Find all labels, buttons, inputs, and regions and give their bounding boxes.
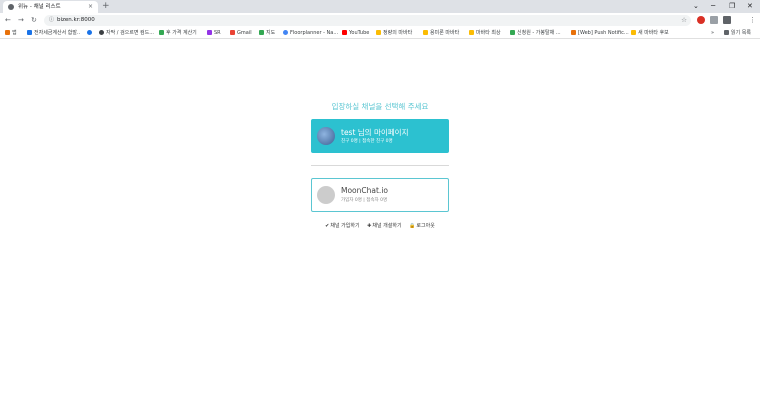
bookmark-item[interactable] bbox=[87, 28, 94, 39]
tab-bar: 위뉴 - 채널 리스트 × + ⌄ ─ ❐ ✕ bbox=[0, 0, 760, 13]
bookmark-folder[interactable]: 용미론 마바타 bbox=[423, 28, 459, 39]
info-icon[interactable]: ⓘ bbox=[49, 15, 54, 26]
bookmark-favicon bbox=[99, 29, 104, 35]
avatar bbox=[317, 186, 335, 204]
more-bookmarks-button[interactable]: » bbox=[711, 28, 714, 39]
browser-toolbar: ← → ↻ ⓘ bizen.kr:8000 ☆ ⋮ bbox=[0, 13, 760, 28]
bookmark-folder[interactable]: 정량의 마바타 bbox=[376, 28, 412, 39]
bookmark-item[interactable]: 전자세금계산서 합발.. bbox=[27, 28, 80, 39]
apps-icon bbox=[5, 29, 10, 35]
folder-icon bbox=[469, 29, 474, 35]
extension-icon[interactable] bbox=[697, 16, 705, 24]
bookmark-apps[interactable]: 앱 bbox=[5, 28, 17, 39]
bookmark-item[interactable]: 후 가격 계산기 bbox=[159, 28, 197, 39]
bookmark-favicon bbox=[87, 29, 92, 35]
join-channel-link[interactable]: ✔채널 가입하기 bbox=[325, 223, 359, 229]
avatar bbox=[317, 127, 335, 145]
gmail-icon bbox=[230, 29, 235, 35]
bookmarks-bar: 앱 전자세금계산서 합발.. 자막 / 검으르면 컴드... 후 가격 계산기 … bbox=[0, 28, 760, 39]
channel-meta: 가입자 0명 | 접속자 0명 bbox=[341, 198, 388, 203]
restore-button[interactable]: ❐ bbox=[729, 0, 735, 12]
close-window-button[interactable]: ✕ bbox=[747, 0, 753, 12]
reload-icon[interactable]: ↻ bbox=[31, 13, 37, 28]
tab-search-icon[interactable]: ⌄ bbox=[693, 0, 699, 12]
bookmark-item[interactable]: 신청원 - 가봉탈채 ... bbox=[510, 28, 561, 39]
plus-icon: ✚ bbox=[367, 223, 372, 229]
bookmark-star-icon[interactable]: ☆ bbox=[681, 15, 687, 26]
reading-list-icon bbox=[724, 29, 729, 35]
new-tab-button[interactable]: + bbox=[102, 0, 110, 13]
bookmark-favicon bbox=[510, 29, 515, 35]
maps-icon bbox=[259, 29, 264, 35]
forward-icon[interactable]: → bbox=[18, 13, 24, 28]
folder-icon bbox=[376, 29, 381, 35]
logout-link[interactable]: 🔒로그아웃 bbox=[409, 223, 435, 229]
reading-icon[interactable] bbox=[710, 16, 718, 24]
divider bbox=[311, 165, 449, 166]
bookmark-gmail[interactable]: Gmail bbox=[230, 28, 252, 39]
bookmark-favicon bbox=[207, 29, 212, 35]
page-content: 입장하실 채널을 선택해 주세요 test 님의 마이페이지 친구 0명 | 접… bbox=[0, 40, 760, 412]
channel-meta: 친구 0명 | 접속한 친구 0명 bbox=[341, 139, 393, 144]
channel-card-mypage[interactable]: test 님의 마이페이지 친구 0명 | 접속한 친구 0명 bbox=[311, 119, 449, 153]
page-title: 입장하실 채널을 선택해 주세요 bbox=[331, 102, 429, 111]
check-icon: ✔ bbox=[325, 223, 330, 229]
folder-icon bbox=[631, 29, 636, 35]
bookmark-item[interactable]: SR bbox=[207, 28, 221, 39]
create-channel-link[interactable]: ✚채널 개설하기 bbox=[367, 223, 401, 229]
bookmark-folder[interactable]: 마바타 최상 bbox=[469, 28, 501, 39]
bookmark-maps[interactable]: 지도 bbox=[259, 28, 275, 39]
bookmark-item[interactable]: Floorplanner - Na... bbox=[283, 28, 338, 39]
bookmark-favicon bbox=[159, 29, 164, 35]
extensions-puzzle-icon[interactable] bbox=[723, 16, 731, 24]
globe-icon bbox=[8, 4, 14, 10]
action-links: ✔채널 가입하기 ✚채널 개설하기 🔒로그아웃 bbox=[0, 222, 760, 229]
lock-icon: 🔒 bbox=[409, 223, 416, 229]
bookmark-folder[interactable]: 새 마바타 후보 bbox=[631, 28, 669, 39]
channel-name: MoonChat.io bbox=[341, 186, 388, 195]
bookmark-youtube[interactable]: YouTube bbox=[342, 28, 369, 39]
bookmark-favicon bbox=[571, 29, 576, 35]
close-tab-icon[interactable]: × bbox=[88, 1, 93, 13]
bookmark-favicon bbox=[283, 29, 288, 35]
minimize-button[interactable]: ─ bbox=[711, 0, 715, 12]
menu-icon[interactable]: ⋮ bbox=[749, 13, 756, 28]
channel-card-moonchat[interactable]: MoonChat.io 가입자 0명 | 접속자 0명 bbox=[311, 178, 449, 212]
address-bar[interactable]: ⓘ bizen.kr:8000 ☆ bbox=[44, 15, 691, 26]
bookmark-item[interactable]: [Web] Push Notific... bbox=[571, 28, 629, 39]
active-tab[interactable]: 위뉴 - 채널 리스트 × bbox=[3, 1, 98, 13]
tab-title: 위뉴 - 채널 리스트 bbox=[18, 4, 61, 10]
folder-icon bbox=[423, 29, 428, 35]
url-text: bizen.kr:8000 bbox=[57, 17, 95, 23]
bookmark-item[interactable]: 자막 / 검으르면 컴드... bbox=[99, 28, 154, 39]
back-icon[interactable]: ← bbox=[5, 13, 11, 28]
channel-name: test 님의 마이페이지 bbox=[341, 128, 409, 137]
youtube-icon bbox=[342, 29, 347, 35]
bookmark-favicon bbox=[27, 29, 32, 35]
reading-list[interactable]: 읽기 목록 bbox=[724, 28, 751, 39]
